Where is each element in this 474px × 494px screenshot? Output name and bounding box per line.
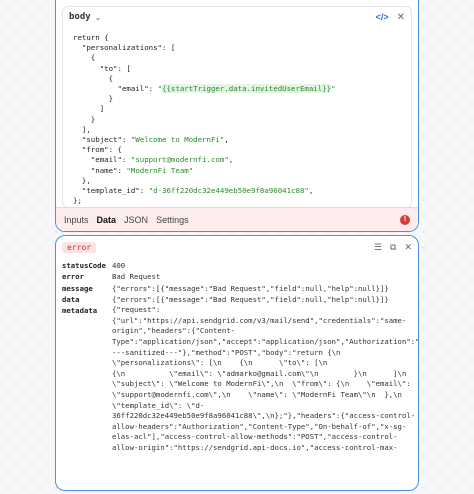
template-expression: {{startTrigger.data.invitedUserEmail}} [162,84,332,94]
result-row: message {"errors":[{"message":"Bad Reque… [62,283,412,294]
code-editor[interactable]: body ⌄ </> ✕ return { "personalizations"… [62,6,412,208]
result-header: error ☰ ⧉ ✕ [56,238,418,256]
code-line: }; [73,196,82,206]
editor-title: body [69,12,91,22]
code-icon[interactable]: </> [376,12,389,22]
code-body[interactable]: return { "personalizations": [ { "to": [… [63,27,411,206]
code-line: ] [73,104,105,114]
status-badge: error [62,241,97,253]
row-value: {"errors":[{"message":"Bad Request","fie… [112,283,389,293]
panel-tabs: Inputs Data JSON Settings ! [56,207,418,231]
code-line: "to": [ [99,63,131,73]
result-row: error Bad Request [62,271,412,282]
code-line: "name": "ModernFi Team" [90,165,194,175]
tab-json[interactable]: JSON [124,215,148,225]
result-row: data {"errors":[{"message":"Bad Request"… [62,294,412,305]
close-icon[interactable]: ✕ [404,242,412,253]
metadata-value: {"request": {"url":"https://api.sendgrid… [112,305,419,452]
chevron-down-icon[interactable]: ⌄ [95,13,102,22]
row-key: metadata [62,306,98,316]
code-line: "template_id": "d-36ff220dc32e449eb50e9f… [81,186,314,196]
code-line: "from": { [81,145,122,155]
code-line: } [73,114,96,124]
editor-header: body ⌄ </> ✕ [63,7,411,27]
tab-data[interactable]: Data [97,215,117,225]
close-icon[interactable]: ✕ [397,12,405,23]
row-value: Bad Request [112,272,161,282]
tab-inputs[interactable]: Inputs [64,215,89,225]
row-key: message [62,283,93,293]
code-line: "email": "{{startTrigger.data.invitedUse… [117,84,336,94]
code-line: "email": "support@modernfi.com", [90,155,234,165]
tab-settings[interactable]: Settings [156,215,189,225]
result-row: statusCode 400 [62,260,412,271]
row-key: statusCode [62,261,106,270]
error-icon[interactable]: ! [400,214,410,225]
result-panel: error ☰ ⧉ ✕ statusCode 400 error Bad Req… [55,235,419,491]
code-line: { [73,53,96,63]
code-line: return { [73,33,109,42]
row-key: data [62,294,80,304]
result-row-metadata: metadata {"request": {"url":"https://api… [62,305,418,453]
code-line: }, [73,175,91,185]
query-panel: body ⌄ </> ✕ return { "personalizations"… [55,0,419,232]
code-line: ], [73,124,91,134]
row-value: 400 [112,261,126,270]
result-rows: statusCode 400 error Bad Request message… [56,256,418,454]
filter-icon[interactable]: ☰ [374,242,382,253]
code-line: { [73,73,114,83]
row-key: error [62,272,84,282]
code-line: } [73,94,114,104]
row-value: {"errors":[{"message":"Bad Request","fie… [112,294,389,304]
code-line: "subject": "Welcome to ModernFi", [81,135,229,145]
copy-icon[interactable]: ⧉ [390,242,396,253]
code-line: "personalizations": [ [81,43,176,53]
